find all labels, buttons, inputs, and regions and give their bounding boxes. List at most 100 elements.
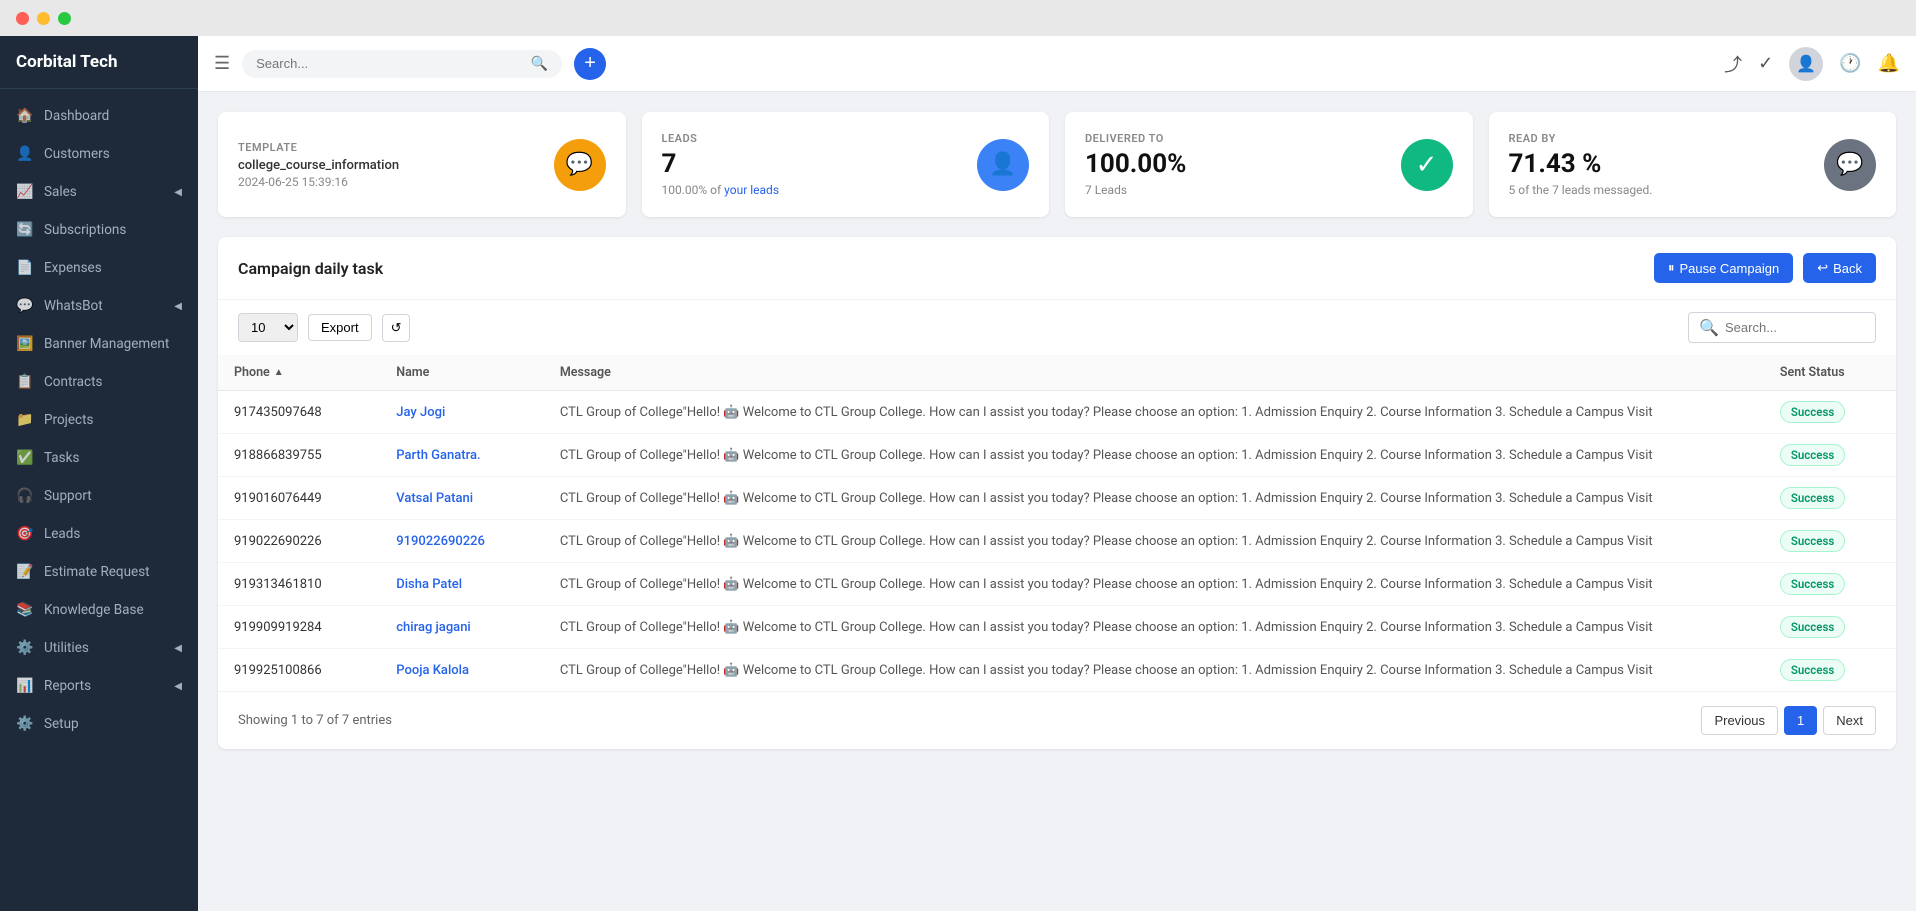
nav-arrow: ◀ bbox=[174, 681, 182, 692]
template-icon: 💬 bbox=[554, 139, 606, 191]
close-button[interactable] bbox=[16, 12, 29, 25]
table-wrap: Phone ▲ Name Message Sent Status 9174350… bbox=[218, 355, 1896, 691]
cell-status: Success bbox=[1764, 477, 1896, 520]
readby-card: READ BY 71.43 % 5 of the 7 leads message… bbox=[1489, 112, 1897, 217]
minimize-button[interactable] bbox=[37, 12, 50, 25]
cell-name[interactable]: Jay Jogi bbox=[380, 391, 544, 434]
maximize-button[interactable] bbox=[58, 12, 71, 25]
delivered-card: DELIVERED TO 100.00% 7 Leads ✓ bbox=[1065, 112, 1473, 217]
sidebar-item-customers[interactable]: 👤 Customers bbox=[0, 135, 198, 173]
sidebar-item-label: Customers bbox=[44, 146, 110, 162]
search-icon: 🔍 bbox=[531, 56, 548, 72]
sidebar-item-label: Setup bbox=[44, 716, 79, 732]
leads-sub-link[interactable]: your leads bbox=[724, 183, 779, 197]
table-row: 919022690226 919022690226 CTL Group of C… bbox=[218, 520, 1896, 563]
stats-row: TEMPLATE college_course_information 2024… bbox=[218, 112, 1896, 217]
sidebar-item-projects[interactable]: 📁 Projects bbox=[0, 401, 198, 439]
table-row: 917435097648 Jay Jogi CTL Group of Colle… bbox=[218, 391, 1896, 434]
cell-phone: 919313461810 bbox=[218, 563, 380, 606]
sidebar-item-reports[interactable]: 📊 Reports ◀ bbox=[0, 667, 198, 705]
sidebar-item-knowledge-base[interactable]: 📚 Knowledge Base bbox=[0, 591, 198, 629]
clock-icon[interactable]: 🕐 bbox=[1839, 53, 1861, 74]
tasks-icon: ✅ bbox=[16, 449, 34, 467]
sidebar-item-label: Support bbox=[44, 488, 92, 504]
sidebar-item-label: Tasks bbox=[44, 450, 79, 466]
sidebar-item-banner-management[interactable]: 🖼️ Banner Management bbox=[0, 325, 198, 363]
sidebar-item-support[interactable]: 🎧 Support bbox=[0, 477, 198, 515]
sidebar-item-contracts[interactable]: 📋 Contracts bbox=[0, 363, 198, 401]
sidebar-item-sales[interactable]: 📈 Sales ◀ bbox=[0, 173, 198, 211]
check-icon[interactable]: ✓ bbox=[1758, 53, 1773, 74]
sidebar-item-tasks[interactable]: ✅ Tasks bbox=[0, 439, 198, 477]
sidebar-item-label: WhatsBot bbox=[44, 298, 103, 314]
share-icon[interactable]: ⤴ bbox=[1724, 51, 1742, 77]
sidebar-item-dashboard[interactable]: 🏠 Dashboard bbox=[0, 97, 198, 135]
cell-status: Success bbox=[1764, 606, 1896, 649]
topbar: ☰ 🔍 + ⤴ ✓ 👤 🕐 🔔 bbox=[198, 36, 1916, 92]
menu-icon[interactable]: ☰ bbox=[214, 53, 230, 74]
pause-campaign-button[interactable]: ⏸ Pause Campaign bbox=[1654, 253, 1793, 283]
utilities-icon: ⚙️ bbox=[16, 639, 34, 657]
leads-icon: 🎯 bbox=[16, 525, 34, 543]
table-row: 918866839755 Parth Ganatra. CTL Group of… bbox=[218, 434, 1896, 477]
avatar[interactable]: 👤 bbox=[1789, 47, 1823, 81]
projects-icon: 📁 bbox=[16, 411, 34, 429]
next-button[interactable]: Next bbox=[1823, 706, 1876, 735]
table-row: 919016076449 Vatsal Patani CTL Group of … bbox=[218, 477, 1896, 520]
delivered-icon: ✓ bbox=[1401, 139, 1453, 191]
readby-label: READ BY bbox=[1509, 132, 1653, 145]
table-controls: 10 25 50 100 Export ↺ 🔍 bbox=[218, 300, 1896, 355]
cell-name[interactable]: Disha Patel bbox=[380, 563, 544, 606]
estimate-request-icon: 📝 bbox=[16, 563, 34, 581]
content-area: TEMPLATE college_course_information 2024… bbox=[198, 92, 1916, 911]
previous-button[interactable]: Previous bbox=[1701, 706, 1778, 735]
delivered-label: DELIVERED TO bbox=[1085, 132, 1186, 145]
bell-icon[interactable]: 🔔 bbox=[1878, 53, 1900, 74]
sidebar-item-label: Knowledge Base bbox=[44, 602, 144, 618]
sidebar-item-estimate-request[interactable]: 📝 Estimate Request bbox=[0, 553, 198, 591]
status-badge: Success bbox=[1780, 616, 1845, 638]
sidebar-item-whatsbot[interactable]: 💬 WhatsBot ◀ bbox=[0, 287, 198, 325]
cell-name[interactable]: Pooja Kalola bbox=[380, 649, 544, 692]
per-page-select[interactable]: 10 25 50 100 bbox=[238, 313, 298, 342]
cell-name[interactable]: Vatsal Patani bbox=[380, 477, 544, 520]
back-button[interactable]: ↩ Back bbox=[1803, 253, 1876, 283]
expenses-icon: 📄 bbox=[16, 259, 34, 277]
table-search-input[interactable] bbox=[1725, 320, 1865, 335]
export-button[interactable]: Export bbox=[308, 314, 372, 341]
campaign-title: Campaign daily task bbox=[238, 259, 383, 278]
topbar-right: ⤴ ✓ 👤 🕐 🔔 bbox=[1724, 47, 1900, 81]
cell-name[interactable]: Parth Ganatra. bbox=[380, 434, 544, 477]
sidebar-item-setup[interactable]: ⚙️ Setup bbox=[0, 705, 198, 743]
whatsbot-icon: 💬 bbox=[16, 297, 34, 315]
cell-phone: 919925100866 bbox=[218, 649, 380, 692]
sidebar-item-label: Sales bbox=[44, 184, 77, 200]
cell-name[interactable]: chirag jagani bbox=[380, 606, 544, 649]
page-1-button[interactable]: 1 bbox=[1784, 706, 1817, 735]
status-badge: Success bbox=[1780, 444, 1845, 466]
sidebar-item-label: Estimate Request bbox=[44, 564, 150, 580]
col-phone[interactable]: Phone ▲ bbox=[218, 355, 380, 391]
cell-status: Success bbox=[1764, 391, 1896, 434]
cell-status: Success bbox=[1764, 563, 1896, 606]
table-row: 919909919284 chirag jagani CTL Group of … bbox=[218, 606, 1896, 649]
search-input[interactable] bbox=[256, 56, 523, 71]
cell-message: CTL Group of College"Hello! 🤖 Welcome to… bbox=[544, 649, 1764, 692]
readby-icon: 💬 bbox=[1824, 139, 1876, 191]
sidebar-item-label: Banner Management bbox=[44, 336, 169, 352]
sidebar-item-utilities[interactable]: ⚙️ Utilities ◀ bbox=[0, 629, 198, 667]
status-badge: Success bbox=[1780, 530, 1845, 552]
sidebar-item-expenses[interactable]: 📄 Expenses bbox=[0, 249, 198, 287]
refresh-button[interactable]: ↺ bbox=[382, 314, 411, 342]
sidebar-item-leads[interactable]: 🎯 Leads bbox=[0, 515, 198, 553]
cell-name[interactable]: 919022690226 bbox=[380, 520, 544, 563]
sidebar-item-subscriptions[interactable]: 🔄 Subscriptions bbox=[0, 211, 198, 249]
banner-management-icon: 🖼️ bbox=[16, 335, 34, 353]
table-row: 919313461810 Disha Patel CTL Group of Co… bbox=[218, 563, 1896, 606]
sidebar-nav: 🏠 Dashboard 👤 Customers 📈 Sales ◀ 🔄 Subs… bbox=[0, 89, 198, 911]
pagination: Showing 1 to 7 of 7 entries Previous 1 N… bbox=[218, 691, 1896, 749]
add-button[interactable]: + bbox=[574, 48, 606, 80]
col-name: Name bbox=[380, 355, 544, 391]
cell-status: Success bbox=[1764, 434, 1896, 477]
cell-message: CTL Group of College"Hello! 🤖 Welcome to… bbox=[544, 391, 1764, 434]
